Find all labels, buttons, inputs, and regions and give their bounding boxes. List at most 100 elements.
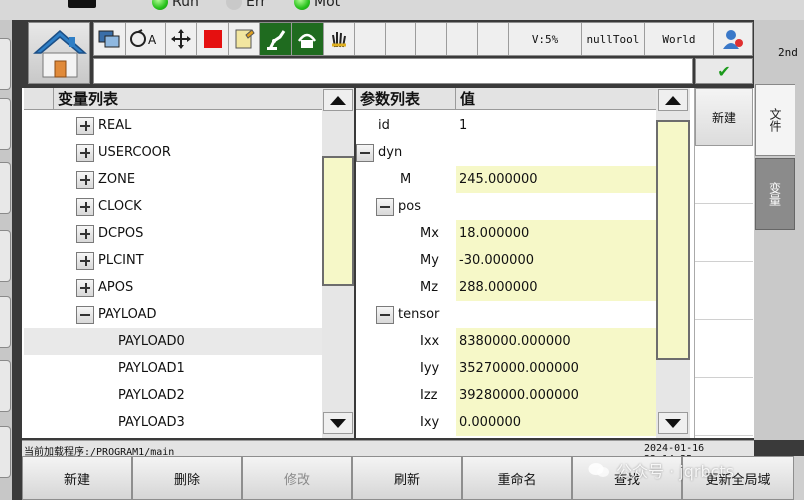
parameter-row[interactable]: Ixy — [420, 409, 439, 436]
bottom-button-0[interactable]: 新建 — [22, 456, 132, 500]
rail-tab-3[interactable] — [0, 162, 11, 214]
toolbar-monitor-button[interactable] — [94, 23, 126, 55]
parameter-row[interactable]: Mx — [420, 220, 439, 247]
parameter-row[interactable]: id — [378, 112, 390, 139]
collapse-minus-icon[interactable] — [376, 197, 394, 216]
parameter-scroll-down-button[interactable] — [658, 412, 688, 434]
bottom-button-1[interactable]: 删除 — [132, 456, 242, 500]
parameter-name-header: 参数列表 — [356, 88, 456, 110]
expand-plus-icon[interactable] — [76, 251, 94, 270]
side-empty-4[interactable] — [695, 320, 753, 378]
variable-row[interactable]: PAYLOAD — [24, 301, 322, 328]
toolbar-auto-mode-button[interactable]: A — [126, 23, 166, 55]
variable-row[interactable]: PAYLOAD0 — [24, 328, 322, 355]
side-empty-3[interactable] — [695, 262, 753, 320]
rail-tab-5[interactable] — [0, 296, 11, 348]
collapse-minus-icon[interactable] — [376, 305, 394, 324]
side-empty-1[interactable] — [695, 146, 753, 204]
parameter-value[interactable]: 18.000000 — [456, 220, 656, 247]
toolbar-io-button[interactable] — [292, 23, 324, 55]
parameter-name: pos — [398, 199, 421, 214]
variable-row[interactable]: APOS — [24, 274, 322, 301]
side-empty-5[interactable] — [695, 378, 753, 436]
expand-plus-icon[interactable] — [76, 224, 94, 243]
parameter-row[interactable]: pos — [376, 193, 421, 220]
side-new-button[interactable]: 新建 — [695, 88, 753, 146]
toolbar-move-button[interactable] — [166, 23, 198, 55]
tool-display[interactable]: nullTool — [582, 23, 645, 55]
variable-row[interactable]: PLCINT — [24, 247, 322, 274]
collapse-minus-icon[interactable] — [356, 143, 374, 162]
expand-plus-icon[interactable] — [76, 278, 94, 297]
rail-tab-1[interactable] — [0, 38, 11, 90]
variable-row[interactable]: DCPOS — [24, 220, 322, 247]
velocity-display[interactable]: V:5% — [509, 23, 582, 55]
parameter-row[interactable]: dyn — [356, 139, 402, 166]
variable-row[interactable]: CLOCK — [24, 193, 322, 220]
parameter-row[interactable]: Mz — [420, 274, 438, 301]
toolbar-empty-1[interactable] — [355, 23, 386, 55]
variable-scroll-down-button[interactable] — [323, 412, 353, 434]
toolbar-program-button[interactable] — [229, 23, 261, 55]
parameter-value[interactable]: 0.000000 — [456, 409, 656, 436]
parameter-scroll-up-button[interactable] — [658, 89, 688, 111]
toolbar-robot-button[interactable] — [260, 23, 293, 55]
variable-row[interactable]: USERCOOR — [24, 139, 322, 166]
toolbar-empty-5[interactable] — [478, 23, 510, 55]
collapse-minus-icon[interactable] — [76, 305, 94, 324]
variable-row[interactable]: ZONE — [24, 166, 322, 193]
variable-scrollbar[interactable] — [322, 88, 354, 438]
toolbar-empty-2[interactable] — [386, 23, 417, 55]
variable-row[interactable]: REAL — [24, 112, 322, 139]
expand-plus-icon[interactable] — [76, 197, 94, 216]
parameter-value[interactable]: 288.000000 — [456, 274, 656, 301]
toolbar-tool-button[interactable] — [324, 23, 356, 55]
variable-row[interactable]: PAYLOAD1 — [24, 355, 322, 382]
tab-file[interactable]: 文件 — [755, 84, 795, 156]
parameter-value[interactable]: 1 — [456, 112, 656, 139]
parameter-row[interactable]: Izz — [420, 382, 437, 409]
message-input[interactable] — [93, 58, 693, 84]
expand-plus-icon[interactable] — [76, 170, 94, 189]
parameter-row[interactable]: My — [420, 247, 439, 274]
parameter-scrollbar[interactable] — [656, 88, 690, 438]
toolbar-empty-3[interactable] — [416, 23, 448, 55]
bottom-button-2[interactable]: 修改 — [242, 456, 352, 500]
stop-square-icon — [203, 30, 222, 48]
rail-tab-2[interactable] — [0, 98, 11, 150]
bottom-button-3[interactable]: 刷新 — [352, 456, 462, 500]
toolbar-stop-button[interactable] — [197, 23, 229, 55]
parameter-value[interactable]: 8380000.000000 — [456, 328, 656, 355]
home-button[interactable] — [28, 22, 90, 84]
parameter-value-header: 值 — [456, 88, 656, 110]
parameter-value[interactable]: 39280000.000000 — [456, 382, 656, 409]
parameter-name: Mx — [420, 226, 439, 241]
parameter-scroll-thumb[interactable] — [656, 120, 690, 360]
status-bar: 当前加载程序:/PROGRAM1/main 2024-01-16 22:14:2… — [22, 440, 754, 465]
tab-variable[interactable]: 变量 — [755, 158, 795, 230]
coord-display[interactable]: World — [645, 23, 714, 55]
rail-tab-7[interactable] — [0, 426, 11, 478]
rail-tab-6[interactable] — [0, 360, 11, 412]
variable-row[interactable]: PAYLOAD2 — [24, 382, 322, 409]
parameter-value[interactable]: 245.000000 — [456, 166, 656, 193]
variable-row[interactable]: PAYLOAD3 — [24, 409, 322, 436]
parameter-row[interactable]: tensor — [376, 301, 439, 328]
rail-tab-4[interactable] — [0, 230, 11, 282]
left-rail — [0, 20, 12, 500]
parameter-value[interactable]: 35270000.000000 — [456, 355, 656, 382]
toolbar-user-button[interactable] — [714, 23, 752, 55]
expand-plus-icon[interactable] — [76, 116, 94, 135]
toolbar-empty-4[interactable] — [447, 23, 478, 55]
parameter-row[interactable]: Ixx — [420, 328, 439, 355]
variable-scroll-thumb[interactable] — [322, 156, 354, 286]
expand-plus-icon[interactable] — [76, 143, 94, 162]
parameter-value[interactable]: -30.000000 — [456, 247, 656, 274]
move-arrows-icon — [171, 29, 192, 49]
confirm-button[interactable]: ✔ — [695, 58, 753, 84]
side-empty-2[interactable] — [695, 204, 753, 262]
parameter-row[interactable]: Iyy — [420, 355, 439, 382]
variable-scroll-up-button[interactable] — [323, 89, 353, 111]
parameter-row[interactable]: M — [400, 166, 411, 193]
bottom-button-4[interactable]: 重命名 — [462, 456, 572, 500]
